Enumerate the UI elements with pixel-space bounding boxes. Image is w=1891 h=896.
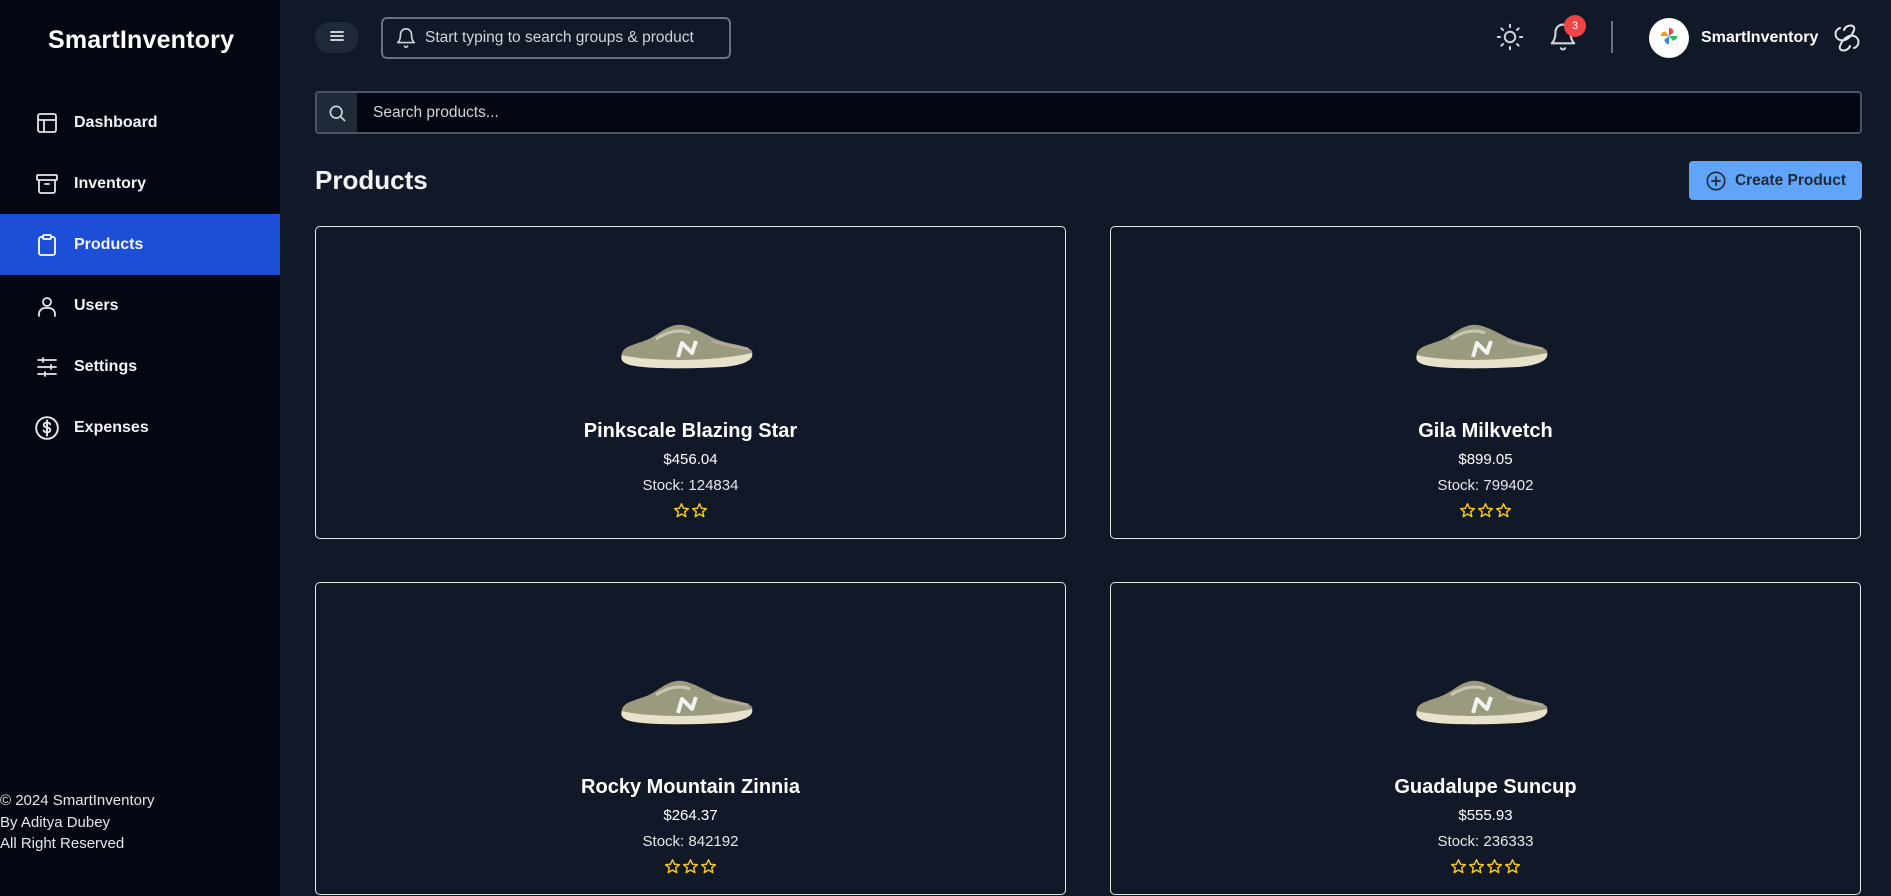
- bell-icon: [1548, 23, 1578, 56]
- star-icon: [1477, 503, 1494, 518]
- product-image: [621, 324, 753, 369]
- product-search-box: [315, 91, 1862, 134]
- sidebar-item-label: Settings: [74, 357, 138, 375]
- user-name[interactable]: SmartInventory: [1701, 29, 1818, 47]
- copyright-text: © 2024 SmartInventory: [0, 792, 155, 809]
- rating-stars: [1111, 858, 1860, 875]
- sidebar-item-dashboard[interactable]: Dashboard: [0, 92, 280, 153]
- search-icon: [317, 93, 357, 132]
- star-icon: [700, 859, 717, 874]
- rating-stars: [1111, 502, 1860, 519]
- theme-toggle-button[interactable]: [1496, 23, 1524, 51]
- product-image: [1416, 680, 1548, 725]
- app-logo-icon[interactable]: [1832, 22, 1862, 54]
- product-price: $264.37: [663, 807, 718, 824]
- star-icon: [682, 859, 699, 874]
- sliders-icon: [34, 354, 60, 380]
- sun-icon: [1496, 23, 1524, 55]
- product-name: Gila Milkvetch: [1418, 420, 1553, 442]
- sidebar-item-label: Expenses: [74, 418, 149, 436]
- plus-circle-icon: [1705, 170, 1727, 192]
- sidebar-footer: © 2024 SmartInventory By Aditya Dubey Al…: [0, 790, 154, 855]
- product-stock: Stock: 124834: [642, 477, 739, 494]
- global-search-box: [381, 17, 731, 59]
- create-product-button[interactable]: Create Product: [1689, 161, 1862, 200]
- author-text: By Aditya Dubey: [0, 813, 111, 831]
- archive-icon: [34, 171, 60, 197]
- product-search-input[interactable]: [357, 93, 1860, 132]
- product-price: $456.04: [663, 451, 718, 468]
- product-name: Rocky Mountain Zinnia: [581, 776, 800, 798]
- sidebar-nav: Dashboard Inventory Products Users Setti…: [0, 92, 280, 458]
- star-icon: [1495, 503, 1512, 518]
- sidebar-item-label: Dashboard: [74, 113, 158, 131]
- menu-toggle-button[interactable]: [315, 22, 359, 53]
- hamburger-icon: [330, 29, 344, 47]
- dollar-circle-icon: [34, 415, 60, 441]
- layout-icon: [34, 110, 60, 136]
- star-icon: [1504, 859, 1521, 874]
- star-icon: [1459, 503, 1476, 518]
- user-icon: [34, 293, 60, 319]
- product-name: Pinkscale Blazing Star: [583, 420, 798, 442]
- star-icon: [691, 503, 708, 518]
- avatar[interactable]: [1649, 18, 1689, 58]
- page-title: Products: [315, 165, 428, 195]
- brand-logo-text[interactable]: SmartInventory: [48, 26, 234, 55]
- product-card[interactable]: Pinkscale Blazing Star $456.04 Stock: 12…: [315, 226, 1066, 539]
- rating-stars: [316, 502, 1065, 519]
- product-image: [1416, 324, 1548, 369]
- sidebar-item-inventory[interactable]: Inventory: [0, 153, 280, 214]
- notification-count-badge: 3: [1564, 15, 1586, 37]
- product-stock: Stock: 236333: [1437, 833, 1534, 850]
- sidebar-item-expenses[interactable]: Expenses: [0, 397, 280, 458]
- sidebar-item-label: Products: [74, 235, 144, 253]
- star-icon: [673, 503, 690, 518]
- product-card[interactable]: Gila Milkvetch $899.05 Stock: 799402: [1110, 226, 1861, 539]
- create-product-label: Create Product: [1734, 171, 1847, 189]
- product-card[interactable]: Rocky Mountain Zinnia $264.37 Stock: 842…: [315, 582, 1066, 895]
- sidebar-item-settings[interactable]: Settings: [0, 336, 280, 397]
- rights-text: All Right Reserved: [0, 835, 125, 852]
- product-image: [621, 680, 753, 725]
- clipboard-icon: [34, 232, 60, 258]
- star-icon: [664, 859, 681, 874]
- product-name: Guadalupe Suncup: [1394, 776, 1577, 798]
- sidebar-item-label: Users: [74, 296, 119, 314]
- sidebar: SmartInventory Dashboard Inventory Produ…: [0, 0, 280, 896]
- product-stock: Stock: 799402: [1437, 477, 1534, 494]
- bell-icon: [395, 27, 417, 49]
- topbar-divider: [1611, 21, 1613, 53]
- star-icon: [1468, 859, 1485, 874]
- star-icon: [1450, 859, 1467, 874]
- global-search-input[interactable]: [425, 29, 715, 47]
- pinwheel-icon: [1658, 25, 1680, 52]
- star-icon: [1486, 859, 1503, 874]
- sidebar-item-products[interactable]: Products: [0, 214, 280, 275]
- product-stock: Stock: 842192: [642, 833, 739, 850]
- product-card[interactable]: Guadalupe Suncup $555.93 Stock: 236333: [1110, 582, 1861, 895]
- product-price: $555.93: [1458, 807, 1513, 824]
- sidebar-item-label: Inventory: [74, 174, 147, 192]
- sidebar-item-users[interactable]: Users: [0, 275, 280, 336]
- rating-stars: [316, 858, 1065, 875]
- product-price: $899.05: [1458, 451, 1513, 468]
